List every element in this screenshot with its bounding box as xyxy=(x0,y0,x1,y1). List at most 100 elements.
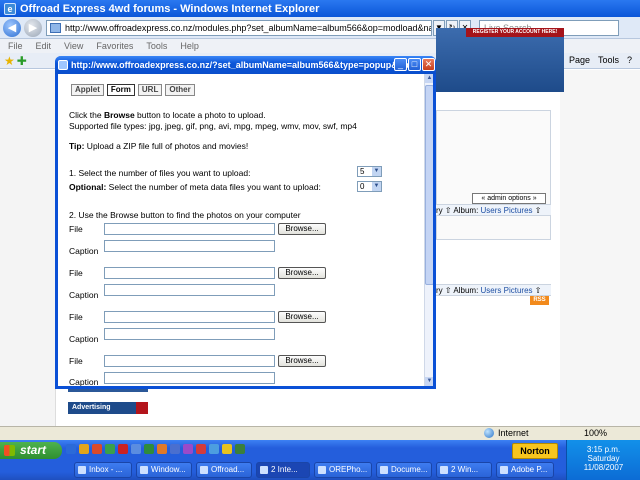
taskbar-windows[interactable]: Window... xyxy=(136,462,192,478)
users-pictures-link[interactable]: Users Pictures xyxy=(481,286,533,295)
tools-menu[interactable]: Tools xyxy=(598,55,619,65)
tab-applet[interactable]: Applet xyxy=(71,84,104,96)
caption-input[interactable] xyxy=(104,284,275,296)
file-input[interactable] xyxy=(104,311,275,323)
outlook-quicklaunch-icon[interactable] xyxy=(170,444,180,454)
rss-badge[interactable]: RSS xyxy=(530,296,549,305)
menu-tools[interactable]: Tools xyxy=(146,41,167,51)
caption-label: Caption xyxy=(69,246,99,256)
advertising-header: Advertising xyxy=(68,402,148,414)
menu-edit[interactable]: Edit xyxy=(36,41,52,51)
quick-launch xyxy=(66,444,248,454)
add-favorite-icon[interactable]: ✚ xyxy=(17,54,27,68)
menu-view[interactable]: View xyxy=(64,41,83,51)
start-button[interactable]: start xyxy=(0,442,62,459)
page-menu[interactable]: Page xyxy=(569,55,590,65)
page-left-margin xyxy=(0,70,56,426)
file-input[interactable] xyxy=(104,223,275,235)
file-label: File xyxy=(69,268,83,278)
scroll-down-icon[interactable]: ▼ xyxy=(425,377,433,386)
browse-button[interactable]: Browse... xyxy=(278,311,326,323)
close-icon[interactable]: ✕ xyxy=(422,58,435,71)
caption-label: Caption xyxy=(69,290,99,300)
file-input[interactable] xyxy=(104,267,275,279)
meta-count-select[interactable]: 0 ▼ xyxy=(357,181,382,192)
scroll-thumb[interactable] xyxy=(425,85,433,285)
users-pictures-link[interactable]: Users Pictures xyxy=(481,206,533,215)
menu-favorites[interactable]: Favorites xyxy=(96,41,133,51)
step2-label: 2. Use the Browse button to find the pho… xyxy=(69,210,301,220)
page-right-margin xyxy=(560,70,640,426)
caption-input[interactable] xyxy=(104,328,275,340)
norton-toolbar[interactable]: Norton xyxy=(512,443,558,459)
system-tray: 3:15 p.m. Saturday 11/08/2007 xyxy=(566,440,640,480)
taskbar-offroad[interactable]: Offroad... xyxy=(196,462,252,478)
tab-form[interactable]: Form xyxy=(106,84,135,96)
windows-flag-icon xyxy=(4,445,15,456)
address-text: http://www.offroadexpress.co.nz/modules.… xyxy=(65,22,432,33)
menu-file[interactable]: File xyxy=(8,41,23,51)
browser-title: Offroad Express 4wd forums - Windows Int… xyxy=(20,2,320,15)
caption-input[interactable] xyxy=(104,240,275,252)
taskbar-inbox[interactable]: Inbox - ... xyxy=(74,462,132,478)
album-row-2: ry ⇧ Album: Users Pictures ⇧ xyxy=(436,284,551,296)
maximize-icon[interactable]: □ xyxy=(408,58,421,71)
menu-help[interactable]: Help xyxy=(180,41,199,51)
internet-globe-icon xyxy=(484,428,494,438)
optional-label: Optional: Select the number of meta data… xyxy=(69,182,321,192)
address-bar[interactable]: http://www.offroadexpress.co.nz/modules.… xyxy=(46,19,432,36)
popup-content: Applet Form URL Other Click the Browse b… xyxy=(58,74,433,386)
word-quicklaunch-icon[interactable] xyxy=(131,444,141,454)
scroll-up-icon[interactable]: ▲ xyxy=(425,74,433,83)
intro-text: Click the Browse button to locate a phot… xyxy=(69,110,266,120)
clock-time[interactable]: 3:15 p.m. xyxy=(567,445,640,454)
popup-scrollbar[interactable]: ▲ ▼ xyxy=(424,74,433,386)
ie-quicklaunch-icon[interactable] xyxy=(66,444,76,454)
media-quicklaunch-icon[interactable] xyxy=(183,444,193,454)
forward-arrow-icon[interactable]: ▶ xyxy=(24,18,42,37)
taskbar-windows-group[interactable]: 2 Win... xyxy=(436,462,492,478)
caption-input[interactable] xyxy=(104,372,275,384)
firefox-quicklaunch-icon[interactable] xyxy=(92,444,102,454)
ie-logo-icon: e xyxy=(4,2,16,15)
browse-button[interactable]: Browse... xyxy=(278,355,326,367)
taskbar-internet[interactable]: 2 Inte... xyxy=(256,462,310,478)
popup-title-bar[interactable]: http://www.offroadexpress.co.nz/?set_alb… xyxy=(55,56,436,74)
help-icon[interactable]: ? xyxy=(627,55,632,65)
tab-url[interactable]: URL xyxy=(137,84,163,96)
gallery-panel xyxy=(436,110,551,240)
ppt-quicklaunch-icon[interactable] xyxy=(157,444,167,454)
browse-button[interactable]: Browse... xyxy=(278,223,326,235)
upload-method-tabs: Applet Form URL Other xyxy=(71,84,198,96)
app2-quicklaunch-icon[interactable] xyxy=(196,444,206,454)
taskbar-orephoto[interactable]: OREPho... xyxy=(314,462,372,478)
admin-options-select[interactable]: « admin options » xyxy=(472,193,546,204)
file-label: File xyxy=(69,224,83,234)
app3-quicklaunch-icon[interactable] xyxy=(209,444,219,454)
minimize-icon[interactable]: _ xyxy=(394,58,407,71)
security-zone: Internet xyxy=(484,428,529,438)
app4-quicklaunch-icon[interactable] xyxy=(222,444,232,454)
back-arrow-icon[interactable]: ◀ xyxy=(3,18,21,37)
register-banner[interactable]: REGISTER YOUR ACCOUNT HERE! xyxy=(466,28,564,37)
acrobat-quicklaunch-icon[interactable] xyxy=(118,444,128,454)
file-count-select[interactable]: 5 ▼ xyxy=(357,166,382,177)
taskbar-adobe[interactable]: Adobe P... xyxy=(496,462,554,478)
taskbar-documents[interactable]: Docume... xyxy=(376,462,432,478)
zoom-level[interactable]: 100% xyxy=(584,428,607,438)
tab-other[interactable]: Other xyxy=(165,84,195,96)
folder-quicklaunch-icon[interactable] xyxy=(79,444,89,454)
status-bar: Internet 100% xyxy=(0,426,640,440)
favorites-star-icon[interactable]: ★ xyxy=(4,54,15,68)
excel-quicklaunch-icon[interactable] xyxy=(144,444,154,454)
popup-title: http://www.offroadexpress.co.nz/?set_alb… xyxy=(71,60,417,70)
browse-button[interactable]: Browse... xyxy=(278,267,326,279)
app-quicklaunch-icon[interactable] xyxy=(105,444,115,454)
caption-label: Caption xyxy=(69,334,99,344)
page-icon xyxy=(50,22,61,33)
app5-quicklaunch-icon[interactable] xyxy=(235,444,245,454)
file-input[interactable] xyxy=(104,355,275,367)
windows-taskbar: start Norton Inbox - ... Window... Offro… xyxy=(0,440,640,480)
ie-page-icon xyxy=(58,60,68,70)
file-label: File xyxy=(69,312,83,322)
